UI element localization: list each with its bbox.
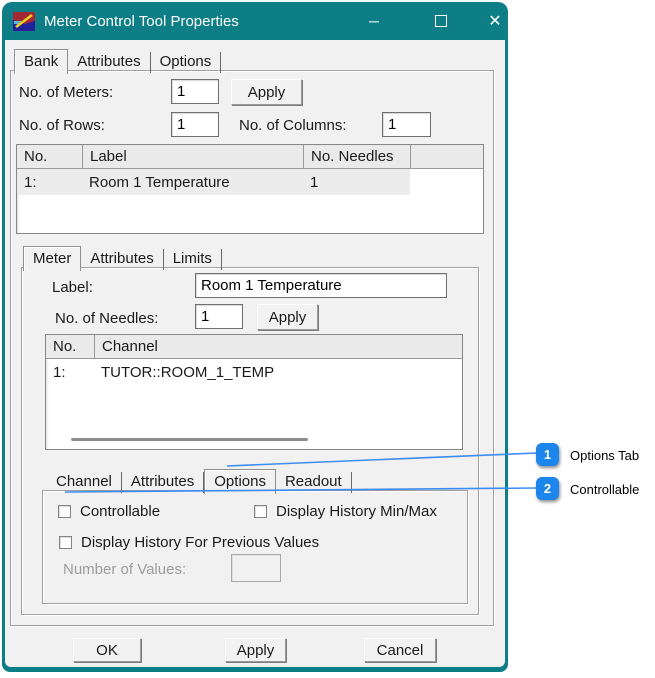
header-no: No.	[24, 148, 48, 165]
tab-channel-attributes[interactable]: Attributes	[122, 472, 205, 493]
channel-list-header: No. Channel	[46, 335, 462, 359]
tab-bank-options[interactable]: Options	[151, 52, 222, 73]
rows-label: No. of Rows:	[19, 117, 105, 134]
channel-list-row[interactable]: 1: TUTOR::ROOM_1_TEMP	[46, 359, 462, 385]
needles-input[interactable]	[195, 304, 243, 329]
bank-tab-row: Bank Attributes Options	[14, 47, 222, 74]
callout-1-badge: 1	[536, 443, 559, 466]
header-blank	[410, 145, 483, 168]
tab-meter-attributes[interactable]: Attributes	[81, 249, 164, 270]
channel-list: No. Channel 1: TUTOR::ROOM_1_TEMP	[45, 334, 463, 450]
close-icon: ✕	[488, 13, 502, 30]
columns-label: No. of Columns:	[239, 117, 347, 134]
meters-input[interactable]	[171, 79, 219, 104]
tab-bank[interactable]: Bank	[14, 49, 69, 74]
tab-channel-options[interactable]: Options	[204, 469, 276, 494]
bank-apply-button[interactable]: Apply	[231, 79, 302, 105]
cell-needles: 1	[310, 173, 319, 191]
header-needles: No. Needles	[303, 145, 410, 168]
tab-bank-attributes[interactable]: Attributes	[68, 52, 151, 73]
controllable-checkbox-row[interactable]: Controllable	[58, 503, 160, 520]
apply-button[interactable]: Apply	[225, 638, 286, 662]
meter-apply-button[interactable]: Apply	[257, 304, 318, 330]
cell-no: 1:	[24, 173, 37, 191]
dialog-window: Meter Control Tool Properties ─ ✕ Bank A…	[2, 2, 508, 672]
meter-panel: Label: No. of Needles: Apply No. Channel…	[21, 267, 479, 615]
cell-label: Room 1 Temperature	[89, 173, 230, 191]
dialog-body: Bank Attributes Options No. of Meters: A…	[5, 40, 505, 667]
bank-meter-list: No. Label No. Needles 1: Room 1 Temperat…	[16, 144, 484, 234]
minimize-icon: ─	[369, 13, 379, 29]
bank-list-header: No. Label No. Needles	[17, 145, 483, 169]
channel-tab-row: Channel Attributes Options Readout	[47, 467, 352, 494]
meter-label-label: Label:	[52, 279, 93, 296]
num-values-input	[231, 554, 281, 582]
close-button[interactable]: ✕	[473, 2, 517, 40]
minimize-button[interactable]: ─	[352, 2, 396, 40]
callout-2-label: Controllable	[570, 482, 640, 497]
options-panel: Controllable Display History Min/Max Dis…	[42, 490, 468, 604]
bank-panel: No. of Meters: Apply No. of Rows: No. of…	[10, 70, 494, 626]
tab-channel-readout[interactable]: Readout	[276, 472, 352, 493]
bank-list-row[interactable]: 1: Room 1 Temperature 1	[17, 169, 410, 195]
history-minmax-label: Display History Min/Max	[276, 503, 437, 520]
meter-tab-row: Meter Attributes Limits	[23, 244, 222, 271]
header-label: Label	[82, 145, 303, 168]
history-prev-checkbox[interactable]	[59, 536, 72, 549]
header-channel: Channel	[94, 335, 462, 358]
callout-1-label: Options Tab	[570, 448, 640, 463]
needles-label: No. of Needles:	[55, 310, 159, 327]
history-minmax-checkbox-row[interactable]: Display History Min/Max	[254, 503, 437, 520]
screenshot-stage: Meter Control Tool Properties ─ ✕ Bank A…	[0, 0, 655, 678]
window-title: Meter Control Tool Properties	[44, 12, 239, 30]
meter-app-icon	[13, 11, 35, 31]
horizontal-scrollbar-thumb[interactable]	[71, 438, 308, 441]
cancel-button[interactable]: Cancel	[364, 638, 436, 662]
maximize-icon	[435, 15, 447, 27]
tab-meter-limits[interactable]: Limits	[164, 249, 222, 270]
cell-no: 1:	[53, 363, 66, 381]
cell-channel: TUTOR::ROOM_1_TEMP	[101, 363, 275, 381]
controllable-checkbox[interactable]	[58, 505, 71, 518]
num-values-label: Number of Values:	[63, 561, 187, 578]
history-minmax-checkbox[interactable]	[254, 505, 267, 518]
tab-meter[interactable]: Meter	[23, 246, 82, 271]
header-no: No.	[53, 338, 77, 355]
tab-channel[interactable]: Channel	[47, 472, 122, 493]
rows-input[interactable]	[171, 112, 219, 137]
history-prev-checkbox-row[interactable]: Display History For Previous Values	[59, 534, 319, 551]
controllable-label: Controllable	[80, 503, 161, 520]
ok-button[interactable]: OK	[73, 638, 141, 662]
meters-label: No. of Meters:	[19, 84, 114, 101]
history-prev-label: Display History For Previous Values	[81, 534, 320, 551]
meter-label-input[interactable]	[195, 273, 447, 298]
maximize-button[interactable]	[419, 2, 463, 40]
callout-2-badge: 2	[536, 477, 559, 500]
columns-input[interactable]	[382, 112, 431, 137]
